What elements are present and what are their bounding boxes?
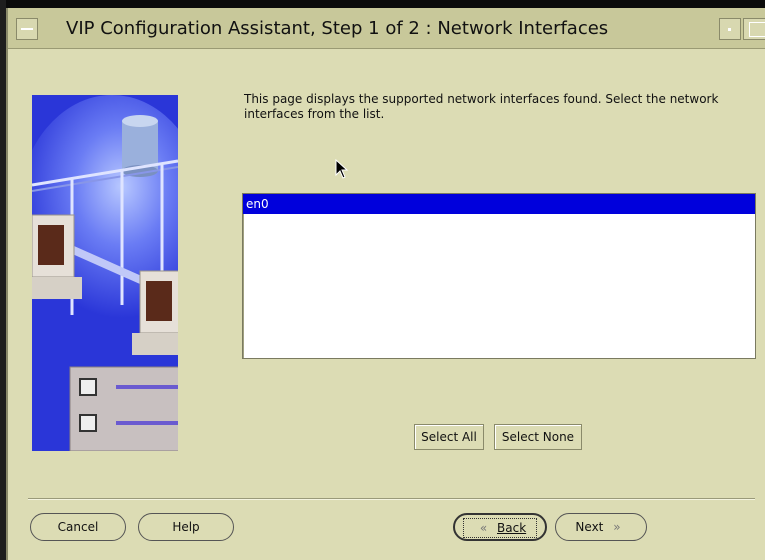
list-item-en0[interactable]: en0 bbox=[243, 194, 755, 214]
back-button[interactable]: « Back bbox=[453, 513, 547, 541]
wizard-window: VIP Configuration Assistant, Step 1 of 2… bbox=[6, 8, 765, 560]
window-title: VIP Configuration Assistant, Step 1 of 2… bbox=[66, 18, 609, 39]
wizard-illustration bbox=[32, 95, 178, 451]
title-bar[interactable]: VIP Configuration Assistant, Step 1 of 2… bbox=[8, 8, 765, 49]
next-button[interactable]: Next » bbox=[555, 513, 647, 541]
footer-separator bbox=[28, 498, 755, 500]
cancel-button[interactable]: Cancel bbox=[30, 513, 126, 541]
chevron-left-icon: « bbox=[479, 521, 488, 535]
select-all-button[interactable]: Select All bbox=[414, 424, 484, 450]
chevron-right-icon: » bbox=[613, 520, 621, 534]
window-menu-button[interactable] bbox=[16, 18, 38, 40]
network-illustration-icon bbox=[32, 95, 178, 451]
network-interface-list[interactable]: en0 bbox=[242, 193, 756, 359]
minimize-button[interactable] bbox=[719, 18, 741, 40]
select-none-button[interactable]: Select None bbox=[494, 424, 582, 450]
instruction-text: This page displays the supported network… bbox=[244, 92, 719, 121]
maximize-button[interactable] bbox=[743, 18, 765, 40]
help-button[interactable]: Help bbox=[138, 513, 234, 541]
mouse-pointer-icon bbox=[335, 159, 349, 179]
next-button-label: Next bbox=[575, 520, 604, 534]
back-button-label: Back bbox=[497, 521, 527, 535]
back-focus-ring: « Back bbox=[462, 518, 538, 538]
